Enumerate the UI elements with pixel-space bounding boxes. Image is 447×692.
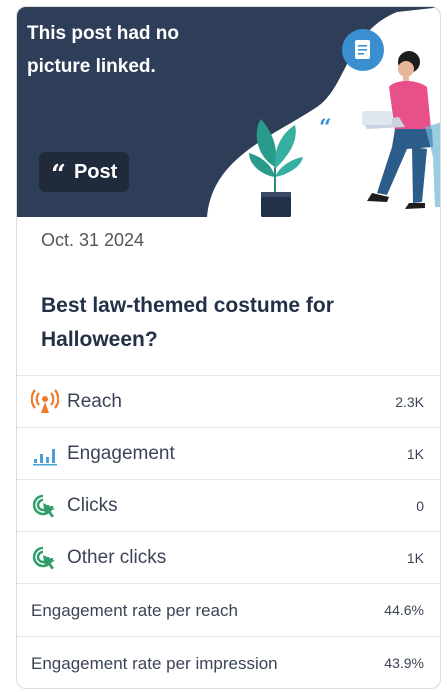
post-placeholder-hero: “ This post had no picture linked. “ Pos… [17, 7, 440, 217]
post-date: Oct. 31 2024 [41, 230, 145, 250]
metric-row-engagement: Engagement 1K [17, 427, 440, 479]
metric-label: Engagement [67, 442, 175, 464]
document-bubble-icon [342, 29, 384, 71]
metric-value: 1K [406, 445, 424, 462]
post-title: Best law-themed costume for Halloween? [41, 294, 334, 351]
metric-label: Engagement rate per impression [31, 653, 278, 673]
svg-text:“: “ [319, 115, 332, 141]
post-type-label: Post [73, 160, 118, 183]
metric-label: Other clicks [67, 546, 167, 568]
metric-label: Clicks [67, 494, 118, 516]
metric-row-engagement-rate-impression: Engagement rate per impression 43.9% [17, 636, 440, 688]
metric-row-reach: Reach 2.3K [17, 375, 440, 427]
quote-icon: “ [51, 160, 66, 190]
metric-value: 2.3K [395, 393, 424, 410]
metric-row-other-clicks: Other clicks 1K [17, 531, 440, 583]
engagement-icon [33, 448, 57, 465]
metric-value: 0 [416, 497, 424, 514]
post-card[interactable]: “ This post had no picture linked. “ Pos… [16, 6, 441, 689]
post-type-badge: “ Post [39, 152, 130, 192]
metric-row-clicks: Clicks 0 [17, 479, 440, 531]
reach-icon [31, 388, 59, 413]
metric-row-engagement-rate-reach: Engagement rate per reach 44.6% [17, 583, 440, 636]
metric-label: Reach [67, 390, 122, 412]
metric-label: Engagement rate per reach [31, 600, 238, 620]
metrics-list: Reach 2.3K Engagement 1K Clicks 0 Other … [17, 375, 440, 688]
clicks-icon [32, 546, 55, 569]
metric-value: 43.9% [384, 655, 424, 671]
metric-value: 1K [406, 549, 424, 566]
clicks-icon [32, 494, 55, 517]
no-picture-message: This post had no picture linked. [27, 23, 179, 77]
metric-value: 44.6% [384, 602, 424, 618]
